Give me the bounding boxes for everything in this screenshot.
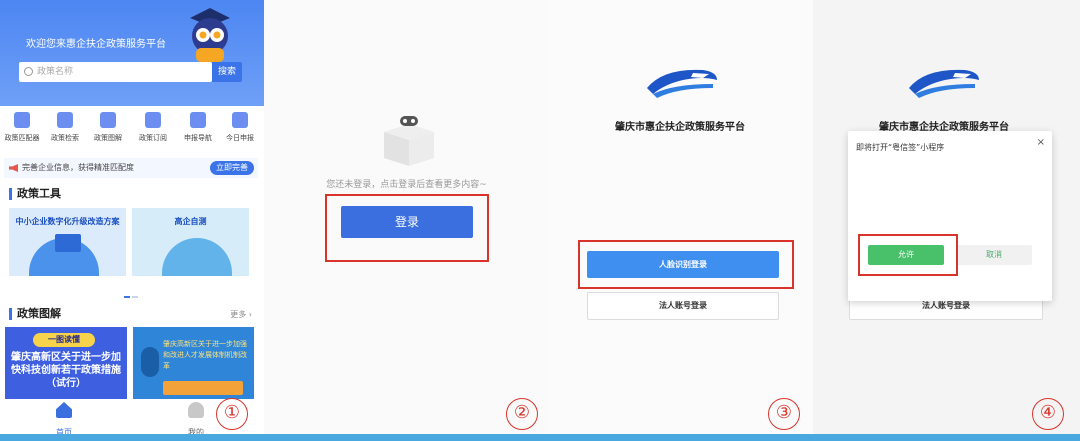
calculator-icon [14,112,30,128]
banner-illustration [55,234,81,252]
quick-item-apply-nav[interactable]: 申报导航 [176,112,220,143]
step-number-4: ④ [1032,398,1064,430]
step-number-3: ③ [768,398,800,430]
platform-title: 肇庆市惠企扶企政策服务平台 [615,122,745,133]
dialog-title: 即将打开“粤信签”小程序 [856,143,945,152]
search-icon [24,67,33,76]
card-text: 肇庆高新区关于进一步加快科技创新若干政策措施（试行） [11,352,121,389]
carousel-indicator [124,283,146,298]
notice-bar: 完善企业信息，获得精准匹配度 立即完善 [4,158,258,178]
login-hint: 您还未登录，点击登录后查看更多内容~ [326,180,487,190]
banner-illustration [162,238,232,276]
hero-title: 欢迎您来惠企扶企政策服务平台 [26,39,166,50]
cancel-button[interactable]: 取消 [956,245,1032,265]
close-icon[interactable]: × [1037,137,1045,148]
more-label: 更多 [230,310,247,319]
microphone-icon [141,347,159,377]
complete-info-button[interactable]: 立即完善 [210,161,254,175]
banner-text: 高企自测 [174,217,207,226]
section-title-tools: 政策工具 [9,188,61,200]
section-title-graphic: 政策图解 [9,308,61,320]
quick-item-policy-subscribe[interactable]: 政策订阅 [131,112,175,143]
corporate-account-login-button[interactable]: 法人账号登录 [587,292,779,320]
calendar-icon [232,112,248,128]
image-icon [100,112,116,128]
banner-text: 中小企业数字化升级改造方案 [15,217,120,226]
quick-item-label: 政策订阅 [139,134,167,142]
more-link[interactable]: 更多 › [230,309,252,320]
plus-icon [145,112,161,128]
banner-hi-tech-self-test[interactable]: 高企自测 [132,208,249,276]
banner-digital-upgrade[interactable]: 中小企业数字化升级改造方案 [9,208,126,276]
card-badge: 一图读懂 [33,333,95,347]
highlight-frame [858,234,958,276]
step-number-2: ② [506,398,538,430]
train-logo-icon [647,69,717,98]
search-placeholder: 政策名称 [37,67,74,77]
megaphone-icon [9,164,18,172]
search-button[interactable]: 搜索 [212,62,242,82]
hero-banner: 欢迎您来惠企扶企政策服务平台 [0,0,264,106]
highlight-frame [325,194,489,262]
home-screen: 欢迎您来惠企扶企政策服务平台 政策名称 搜索 政策匹配器 政策检索 政策图解 政… [0,0,264,436]
user-icon [188,402,204,418]
policy-graphic-card[interactable]: 一图读懂 肇庆高新区关于进一步加快科技创新若干政策措施（试行） [5,327,127,399]
home-icon [56,402,72,418]
train-logo-icon [909,69,979,98]
quick-item-label: 政策匹配器 [4,134,40,142]
mascot-robot-icon [190,8,230,62]
quick-item-label: 政策图解 [94,134,122,142]
quick-item-policy-graphic[interactable]: 政策图解 [86,112,130,143]
quick-item-policy-search[interactable]: 政策检索 [43,112,87,143]
card-text: 肇庆高新区关于进一步加强和改进人才发展体制机制改革 [163,340,247,370]
step-number-1: ① [216,398,248,430]
highlight-frame [578,240,794,289]
tab-mine[interactable]: 我的 [176,402,216,436]
quick-item-label: 政策检索 [51,134,79,142]
quick-item-label: 申报导航 [184,134,212,142]
tab-home[interactable]: 首页 [44,402,84,436]
document-search-icon [57,112,73,128]
quick-item-today-apply[interactable]: 今日申报 [218,112,262,143]
notice-text: 完善企业信息，获得精准匹配度 [22,163,134,172]
bottom-accent-bar [0,434,1080,441]
quick-item-label: 今日申报 [226,134,254,142]
empty-box-icon [384,116,434,166]
card-illustration [163,381,243,395]
navigation-icon [190,112,206,128]
quick-item-policy-matcher[interactable]: 政策匹配器 [0,112,44,143]
policy-graphic-card[interactable]: 肇庆高新区关于进一步加强和改进人才发展体制机制改革 [133,327,254,399]
search-input[interactable]: 政策名称 [19,62,212,82]
